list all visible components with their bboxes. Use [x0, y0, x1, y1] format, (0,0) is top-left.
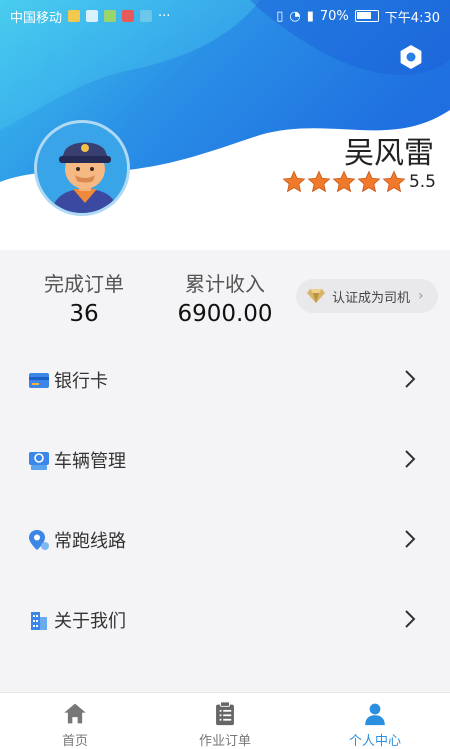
rating-stars — [282, 170, 406, 194]
wifi-icon: ◔ — [289, 8, 301, 24]
become-driver-button[interactable]: 认证成为司机 › — [296, 279, 438, 313]
menu-list: 银行卡 车辆管理 常跑线路 关于我们 — [0, 340, 450, 660]
completed-orders-label: 完成订单 — [44, 272, 124, 296]
tab-work-orders[interactable]: 作业订单 — [150, 693, 300, 749]
menu-item-label: 车辆管理 — [54, 451, 126, 472]
battery-icon — [354, 10, 379, 22]
notification-icon — [68, 10, 81, 22]
app-icon — [104, 10, 117, 22]
route-pin-icon — [29, 530, 49, 550]
status-bar: 中国移动 ··· ▯ ◔ ▮ 70% 下午4:30 — [0, 0, 450, 32]
star-icon — [357, 170, 381, 193]
signal-icon: ▮ — [306, 8, 314, 24]
settings-hexagon-icon[interactable] — [398, 44, 424, 70]
battery-percent: 70% — [319, 8, 349, 24]
tab-personal-center[interactable]: 个人中心 — [300, 693, 450, 749]
tab-label: 作业订单 — [198, 734, 251, 749]
tab-home[interactable]: 首页 — [0, 693, 150, 749]
chevron-right-icon: › — [418, 288, 424, 304]
menu-item-label: 常跑线路 — [54, 531, 126, 552]
completed-orders-stat: 完成订单 36 — [38, 268, 130, 327]
completed-orders-value: 36 — [69, 301, 99, 327]
carrier-label: 中国移动 — [10, 10, 63, 26]
user-name: 吴风雷 — [344, 136, 434, 171]
star-icon — [332, 170, 356, 193]
profile-header: 中国移动 ··· ▯ ◔ ▮ 70% 下午4:30 吴风雷 5.5 — [0, 0, 450, 250]
building-icon — [31, 612, 47, 630]
menu-item-label: 关于我们 — [54, 611, 126, 632]
tab-label: 首页 — [61, 734, 88, 749]
total-income-label: 累计收入 — [185, 272, 265, 296]
menu-item-frequent-routes[interactable]: 常跑线路 — [0, 500, 450, 580]
clipboard-icon — [216, 701, 234, 726]
chevron-right-icon — [405, 370, 416, 388]
menu-item-about-us[interactable]: 关于我们 — [0, 580, 450, 660]
bank-card-icon — [29, 373, 49, 388]
tab-label: 个人中心 — [348, 734, 401, 749]
diamond-icon — [307, 289, 325, 303]
bottom-tab-bar: 首页 作业订单 个人中心 — [0, 692, 450, 749]
menu-item-label: 银行卡 — [54, 371, 108, 392]
clock: 下午4:30 — [384, 10, 440, 26]
total-income-stat: 累计收入 6900.00 — [176, 268, 274, 327]
menu-item-vehicle-management[interactable]: 车辆管理 — [0, 420, 450, 500]
rating-value: 5.5 — [408, 172, 436, 192]
rating-row: 5.5 — [282, 170, 436, 194]
person-icon — [365, 703, 385, 726]
vibrate-icon: ▯ — [276, 8, 284, 24]
home-icon — [64, 703, 86, 724]
stats-panel: 完成订单 36 累计收入 6900.00 认证成为司机 › — [0, 250, 450, 340]
more-notifications: ··· — [158, 8, 171, 24]
star-icon — [282, 170, 306, 193]
star-icon — [307, 170, 331, 193]
menu-item-bank-card[interactable]: 银行卡 — [0, 340, 450, 420]
chevron-right-icon — [405, 450, 416, 468]
app-icon — [122, 10, 135, 22]
app-icon — [140, 10, 153, 22]
chevron-right-icon — [405, 530, 416, 548]
star-icon — [382, 170, 406, 193]
become-driver-label: 认证成为司机 — [332, 290, 411, 306]
warning-icon — [86, 10, 99, 22]
chevron-right-icon — [405, 610, 416, 628]
vehicle-icon — [29, 452, 49, 470]
total-income-value: 6900.00 — [177, 301, 273, 327]
avatar[interactable] — [34, 120, 130, 216]
